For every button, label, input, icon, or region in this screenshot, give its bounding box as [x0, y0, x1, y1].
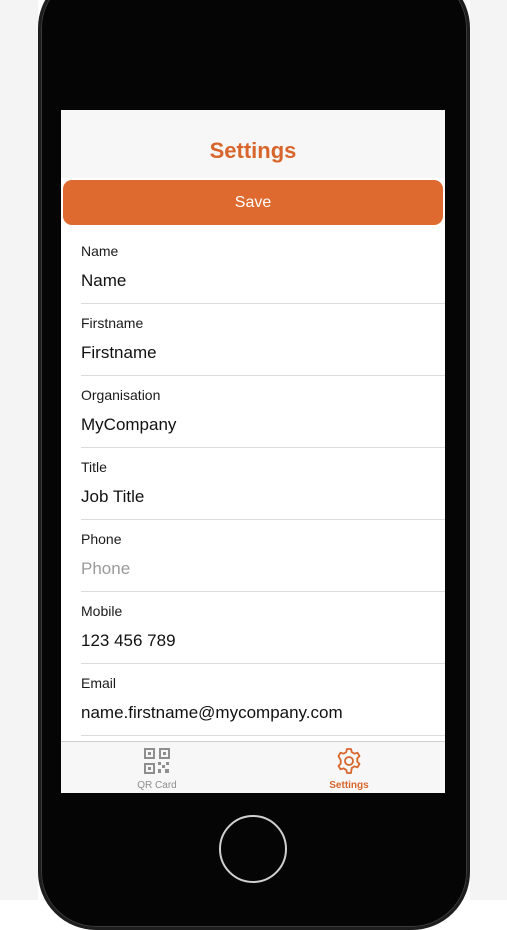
tab-qr-card[interactable]: QR Card — [61, 742, 253, 793]
name-input[interactable] — [81, 268, 421, 294]
field-firstname: Firstname — [81, 304, 445, 376]
field-label: Email — [81, 675, 117, 691]
qr-code-icon — [144, 748, 170, 774]
firstname-input[interactable] — [81, 340, 421, 366]
phone-input[interactable] — [81, 556, 421, 582]
field-organisation: Organisation — [81, 376, 445, 448]
settings-form: Name Firstname Organisation Title Phone … — [61, 232, 445, 736]
field-phone: Phone — [81, 520, 445, 592]
field-mobile: Mobile — [81, 592, 445, 664]
field-label: Organisation — [81, 387, 161, 403]
navigation-bar: Settings — [61, 110, 445, 178]
tab-bar: QR Card Settings — [61, 741, 445, 793]
title-input[interactable] — [81, 484, 421, 510]
field-label: Firstname — [81, 315, 144, 331]
field-label: Mobile — [81, 603, 123, 619]
status-bar — [61, 110, 445, 128]
field-email: Email — [81, 664, 445, 736]
tab-label: QR Card — [137, 780, 177, 791]
right-margin — [470, 0, 507, 900]
page-title: Settings — [209, 138, 297, 163]
field-label: Title — [81, 459, 107, 475]
organisation-input[interactable] — [81, 412, 421, 438]
app-screen: Settings Save Name Firstname Organisatio… — [61, 110, 445, 793]
home-button[interactable] — [219, 815, 287, 883]
field-title: Title — [81, 448, 445, 520]
email-input[interactable] — [81, 700, 421, 726]
tab-settings[interactable]: Settings — [253, 742, 445, 793]
save-button[interactable]: Save — [63, 180, 443, 225]
tab-label: Settings — [329, 780, 369, 791]
left-margin — [0, 0, 38, 900]
field-label: Phone — [81, 531, 122, 547]
gear-icon — [337, 748, 361, 774]
mobile-input[interactable] — [81, 628, 421, 654]
field-label: Name — [81, 243, 119, 259]
field-name: Name — [81, 232, 445, 304]
